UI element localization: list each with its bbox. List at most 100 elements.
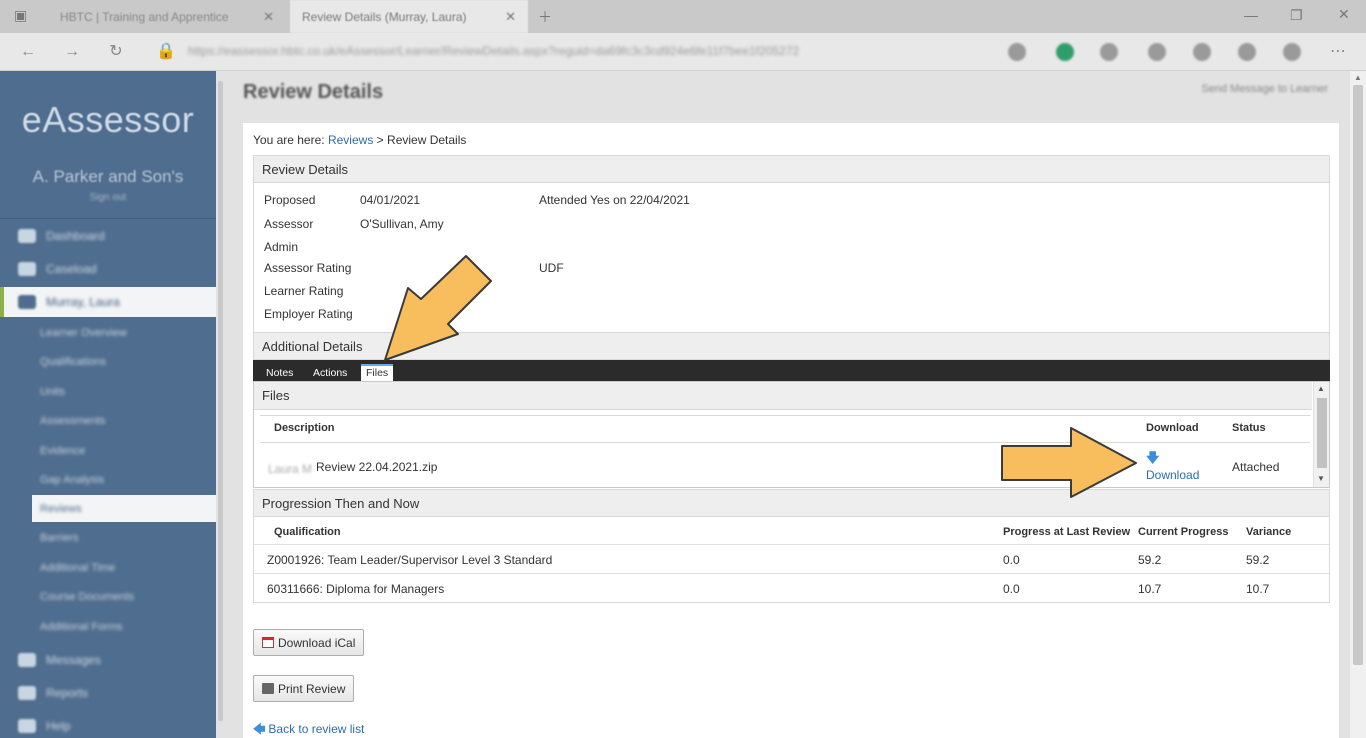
sidebar-subitem-course-documents[interactable]: Course Documents <box>32 583 216 610</box>
breadcrumb-reviews-link[interactable]: Reviews <box>328 133 373 147</box>
dashboard-icon <box>18 229 36 243</box>
column-header-download: Download <box>1146 422 1199 434</box>
minimize-icon[interactable]: — <box>1244 7 1258 23</box>
admin-label: Admin <box>264 240 299 254</box>
sidebar-subitem-label: Additional Forms <box>40 620 123 633</box>
sidebar-subitem-qualifications[interactable]: Qualifications <box>32 348 216 375</box>
table-row: Z0001926: Team Leader/Supervisor Level 3… <box>254 544 1329 573</box>
assessor-label: Assessor <box>264 217 314 231</box>
breadcrumb-separator: > <box>376 133 384 147</box>
breadcrumb-prefix: You are here: <box>253 133 325 147</box>
more-icon[interactable]: ⋯ <box>1328 42 1348 62</box>
close-icon[interactable]: ✕ <box>505 9 516 25</box>
download-link[interactable]: Download <box>1146 468 1199 482</box>
page-scrollbar[interactable]: ▲ <box>1350 71 1366 738</box>
employer-rating-label: Employer Rating <box>264 307 353 321</box>
send-message-link[interactable]: Send Message to Learner <box>1201 83 1328 95</box>
window-menu-icon[interactable]: ▣ <box>14 7 27 24</box>
file-name-prefix: Laura M <box>268 462 313 476</box>
extension-icon[interactable] <box>1056 43 1074 61</box>
sidebar-subitem-additional-forms[interactable]: Additional Forms <box>32 613 216 640</box>
tab-files[interactable]: Files <box>361 364 394 381</box>
proposed-value: 04/01/2021 <box>360 193 421 207</box>
address-bar-row: ← → ↻ 🔒 https://eassessor.hbtc.co.uk/eAs… <box>0 33 1366 71</box>
extension-icon[interactable] <box>1193 43 1211 61</box>
sidebar-item-dashboard[interactable]: Dashboard <box>0 221 216 251</box>
assessor-rating-label: Assessor Rating <box>264 261 352 275</box>
sidebar-subitem-evidence[interactable]: Evidence <box>32 437 216 464</box>
extension-icon[interactable] <box>1148 43 1166 61</box>
print-review-button[interactable]: Print Review <box>253 675 355 702</box>
sidebar-subitem-units[interactable]: Units <box>32 378 216 405</box>
content-panel: You are here: Reviews > Review Details R… <box>243 123 1339 738</box>
last-review-cell: 0.0 <box>1003 582 1020 596</box>
files-frame: Files Description Download Status Laura … <box>253 381 1330 488</box>
sidebar-subitem-barriers[interactable]: Barriers <box>32 524 216 551</box>
file-description: Review 22.04.2021.zip <box>316 460 438 474</box>
scrollbar-thumb[interactable] <box>218 81 223 721</box>
extension-icon[interactable] <box>1100 43 1118 61</box>
new-tab-icon[interactable]: ＋ <box>538 7 552 27</box>
sidebar-item-learner[interactable]: Murray, Laura <box>0 287 216 317</box>
sign-out-link[interactable]: Sign out <box>0 192 216 203</box>
review-details-heading: Review Details <box>253 155 1330 183</box>
sidebar-subitem-reviews[interactable]: Reviews <box>32 495 216 522</box>
scroll-up-icon[interactable]: ▲ <box>1317 384 1325 393</box>
divider <box>260 442 1310 443</box>
profile-avatar[interactable] <box>1283 43 1301 61</box>
forward-icon[interactable]: → <box>62 42 82 62</box>
brand-logo[interactable]: eAssessor <box>0 99 216 141</box>
url-field[interactable]: https://eassessor.hbtc.co.uk/eAssessor/L… <box>188 44 799 58</box>
tab-label: HBTC | Training and Apprentice <box>60 9 229 24</box>
tab-actions[interactable]: Actions <box>308 365 352 381</box>
back-arrow-icon: 🡄 <box>253 722 266 736</box>
sidebar-item-help[interactable]: Help <box>0 711 216 738</box>
reload-icon[interactable]: ↻ <box>106 42 126 62</box>
back-to-review-list-link[interactable]: 🡄 Back to review list <box>253 720 364 738</box>
sidebar-subitem-additional-time[interactable]: Additional Time <box>32 554 216 581</box>
browser-tab-bar: ▣ HBTC | Training and Apprentice ✕ Revie… <box>0 0 1366 33</box>
calendar-icon <box>262 637 274 648</box>
extension-icon[interactable] <box>1238 43 1256 61</box>
download-ical-button[interactable]: Download iCal <box>253 629 365 656</box>
maximize-icon[interactable]: ❐ <box>1290 7 1303 24</box>
assessor-rating-value: UDF <box>539 261 564 275</box>
additional-details-heading: Additional Details <box>253 332 1330 360</box>
browser-tab-1[interactable]: HBTC | Training and Apprentice ✕ <box>48 0 286 33</box>
column-header-variance: Variance <box>1246 526 1292 538</box>
close-window-icon[interactable]: ✕ <box>1338 6 1350 23</box>
button-label: Download iCal <box>278 635 356 650</box>
sidebar-item-caseload[interactable]: Caseload <box>0 254 216 284</box>
sidebar-item-label: Help <box>46 719 71 733</box>
variance-cell: 59.2 <box>1246 553 1270 567</box>
browser-tab-2[interactable]: Review Details (Murray, Laura) ✕ <box>290 0 528 33</box>
column-header-last-review: Progress at Last Review <box>1003 526 1131 538</box>
sidebar-subitem-label: Assessments <box>40 414 106 427</box>
tab-notes[interactable]: Notes <box>261 365 298 381</box>
column-header-current-progress: Current Progress <box>1138 526 1229 538</box>
back-icon[interactable]: ← <box>18 42 38 62</box>
sidebar-item-messages[interactable]: Messages <box>0 645 216 675</box>
table-row: 60311666: Diploma for Managers 0.0 10.7 … <box>254 573 1329 602</box>
scroll-down-icon[interactable]: ▼ <box>1317 474 1325 483</box>
extension-icon[interactable] <box>1008 43 1026 61</box>
files-scrollbar[interactable]: ▲ ▼ <box>1313 382 1329 487</box>
close-icon[interactable]: ✕ <box>263 9 274 25</box>
assessor-value: O'Sullivan, Amy <box>360 217 444 231</box>
sidebar-item-label: Murray, Laura <box>46 295 120 309</box>
sidebar-subitem-learner-overview[interactable]: Learner Overview <box>32 319 216 346</box>
sidebar-item-reports[interactable]: Reports <box>0 678 216 708</box>
link-label: Back to review list <box>268 722 365 736</box>
tab-label: Review Details (Murray, Laura) <box>302 9 467 24</box>
sidebar-subitem-gap-analysis[interactable]: Gap Analysis <box>32 466 216 493</box>
sidebar-subitem-label: Evidence <box>40 444 86 457</box>
reports-icon <box>18 686 36 700</box>
sidebar-subitem-label: Course Documents <box>40 590 135 603</box>
page-title: Review Details <box>243 81 384 103</box>
scrollbar-thumb[interactable] <box>1317 398 1327 468</box>
sidebar-subitem-label: Barriers <box>40 531 79 544</box>
scroll-up-icon[interactable]: ▲ <box>1354 73 1362 82</box>
sidebar-subitem-assessments[interactable]: Assessments <box>32 407 216 434</box>
scrollbar-thumb[interactable] <box>1353 85 1363 665</box>
sidebar-scrollbar[interactable] <box>216 71 225 738</box>
